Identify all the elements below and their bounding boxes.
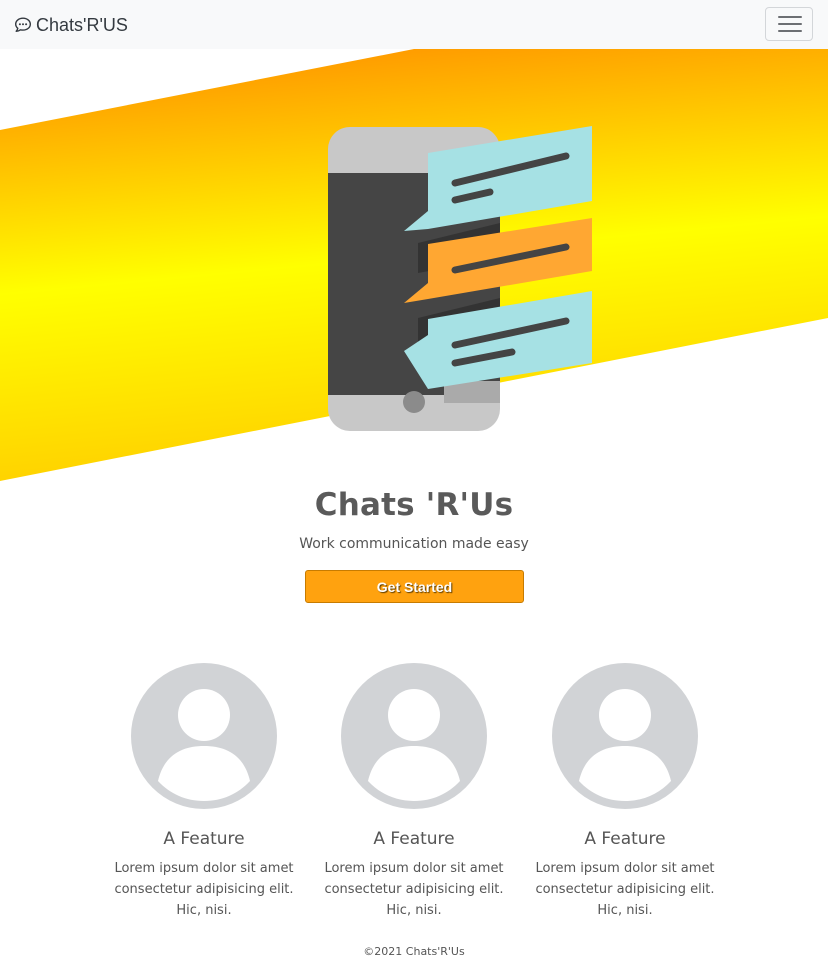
brand-name: Chats'R'US: [36, 14, 128, 35]
feature-title: A Feature: [163, 829, 245, 849]
footer-copyright: ©2021 Chats'R'Us: [363, 945, 465, 958]
user-avatar-icon: [131, 663, 277, 809]
get-started-button[interactable]: Get Started: [305, 570, 524, 603]
feature-card: A Feature Lorem ipsum dolor sit amet con…: [314, 663, 514, 921]
brand-link[interactable]: Chats'R'US: [14, 13, 128, 37]
navbar: Chats'R'US: [0, 0, 828, 49]
feature-text: Lorem ipsum dolor sit amet consectetur a…: [535, 861, 715, 918]
feature-card: A Feature Lorem ipsum dolor sit amet con…: [525, 663, 725, 921]
feature-title: A Feature: [584, 829, 666, 849]
user-avatar-icon: [552, 663, 698, 809]
page-title: Chats 'R'Us: [314, 487, 514, 523]
feature-text: Lorem ipsum dolor sit amet consectetur a…: [114, 861, 294, 918]
user-avatar-icon: [341, 663, 487, 809]
hero-banner: [0, 49, 828, 481]
feature-title: A Feature: [373, 829, 455, 849]
chat-bubble-icon: [15, 17, 31, 32]
feature-text: Lorem ipsum dolor sit amet consectetur a…: [324, 861, 504, 918]
page-subtitle: Work communication made easy: [299, 536, 529, 552]
navbar-toggle-button[interactable]: [765, 7, 813, 41]
phone-chat-illustration: [328, 126, 592, 431]
feature-card: A Feature Lorem ipsum dolor sit amet con…: [104, 663, 304, 921]
hamburger-menu-icon: [778, 16, 802, 32]
